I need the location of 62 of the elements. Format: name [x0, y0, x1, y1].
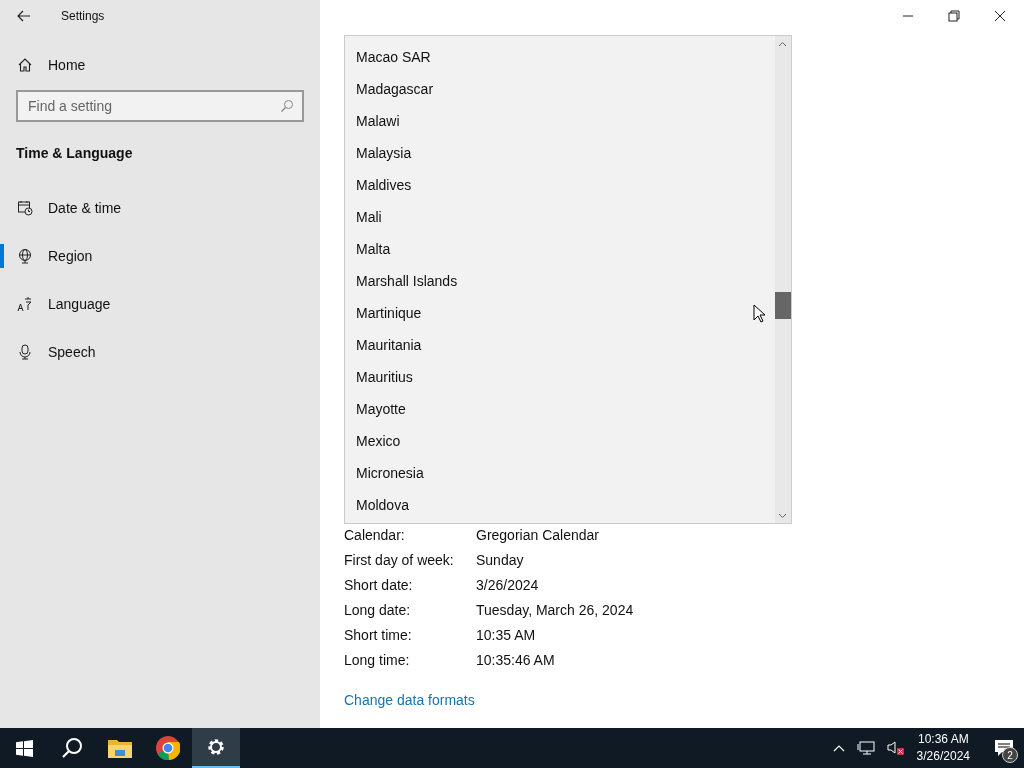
close-icon[interactable] [994, 10, 1006, 22]
clock-date[interactable]: 3/26/2024 [916, 748, 970, 765]
format-label: Short date: [344, 576, 414, 595]
scroll-down-icon[interactable] [778, 513, 787, 519]
home-link[interactable]: Home [0, 41, 320, 89]
gear-icon [206, 737, 226, 757]
clock-time[interactable]: 10:36 AM [917, 731, 969, 748]
restore-icon[interactable] [948, 10, 960, 22]
section-heading: Time & Language [16, 145, 134, 161]
back-arrow-icon[interactable] [17, 10, 31, 22]
network-icon[interactable] [856, 740, 875, 756]
globe-icon [17, 248, 33, 264]
sidebar-item[interactable]: Language [0, 280, 320, 328]
format-value: Sunday [476, 551, 525, 570]
country-option[interactable]: Mexico [345, 425, 775, 457]
scrollbar[interactable] [775, 36, 791, 523]
country-option[interactable]: Malaysia [345, 137, 775, 169]
window-title: Settings [61, 9, 105, 23]
format-value: 3/26/2024 [476, 576, 540, 595]
country-option[interactable]: Marshall Islands [345, 265, 775, 297]
speaker-muted-icon[interactable] [886, 740, 905, 756]
format-label: Calendar: [344, 526, 406, 545]
microphone-icon [17, 344, 33, 360]
format-label: Long time: [344, 651, 411, 670]
sidebar-item[interactable]: Date & time [0, 184, 320, 232]
country-option[interactable]: Maldives [345, 169, 775, 201]
format-label: First day of week: [344, 551, 455, 570]
format-label: Long date: [344, 601, 412, 620]
windows-logo-icon [15, 739, 33, 757]
country-option[interactable]: Mauritania [345, 329, 775, 361]
search-field[interactable]: Find a setting [16, 90, 304, 122]
format-value: Tuesday, March 26, 2024 [476, 601, 635, 620]
browser-icon [156, 736, 180, 760]
format-label: Short time: [344, 626, 413, 645]
format-value: 10:35:46 AM [476, 651, 556, 670]
notification-count-badge: 2 [1002, 747, 1018, 763]
change-formats-link[interactable]: Change data formats [344, 692, 475, 708]
format-value: 10:35 AM [476, 626, 537, 645]
calendar-clock-icon [17, 200, 33, 216]
country-option[interactable]: Malawi [345, 105, 775, 137]
search-icon [280, 99, 294, 113]
taskbar-button[interactable] [192, 728, 240, 768]
chevron-up-icon[interactable] [832, 744, 845, 752]
country-option[interactable]: Mauritius [345, 361, 775, 393]
country-option[interactable]: Mali [345, 201, 775, 233]
search-icon [61, 737, 83, 759]
mouse-pointer-icon [753, 304, 765, 323]
scroll-thumb[interactable] [775, 292, 791, 319]
sidebar-item[interactable]: Speech [0, 328, 320, 376]
format-value: Gregorian Calendar [476, 526, 600, 545]
sidebar-item[interactable]: Region [0, 232, 320, 280]
country-option[interactable]: Martinique [345, 297, 775, 329]
country-option[interactable]: Micronesia [345, 457, 775, 489]
home-icon [17, 57, 33, 73]
scroll-up-icon[interactable] [778, 41, 787, 47]
country-option[interactable]: Malta [345, 233, 775, 265]
country-option[interactable]: Moldova [345, 489, 775, 521]
country-option[interactable]: Macao SAR [345, 41, 775, 73]
language-icon [17, 296, 33, 312]
folder-icon [108, 738, 132, 758]
country-option[interactable]: Mayotte [345, 393, 775, 425]
country-option[interactable]: Madagascar [345, 73, 775, 105]
